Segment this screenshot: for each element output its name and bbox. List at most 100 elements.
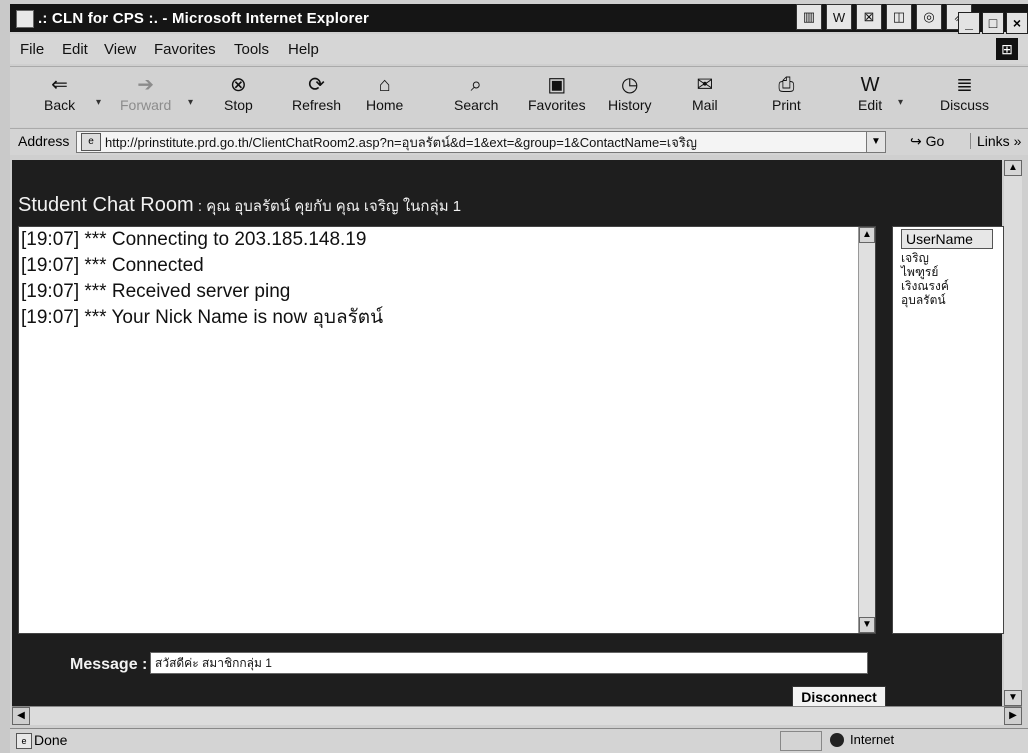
menu-help[interactable]: Help <box>288 41 319 58</box>
address-field[interactable]: e http://prinstitute.prd.go.th/ClientCha… <box>76 131 886 153</box>
scroll-right-icon[interactable]: ▶ <box>1004 707 1022 725</box>
user-list-item[interactable]: อุบลรัตน์ <box>893 293 1003 307</box>
status-text: Done <box>34 732 68 748</box>
chat-message: [19:07] *** Received server ping <box>21 281 291 302</box>
history-icon: ◷ <box>621 74 639 96</box>
menu-bar: File Edit View Favorites Tools Help ⊞ <box>10 34 1028 64</box>
links-button[interactable]: Links » <box>970 133 1021 149</box>
minimize-button[interactable]: _ <box>958 12 980 34</box>
forward-arrow-icon: ➔ <box>137 74 155 96</box>
mail-label: Mail <box>692 97 718 113</box>
scroll-up-icon[interactable]: ▲ <box>859 227 875 243</box>
status-bar: e Done Internet <box>10 728 1028 753</box>
close-button[interactable]: × <box>1006 12 1028 34</box>
edit-button[interactable]: W Edit <box>858 73 882 113</box>
discuss-icon: ≣ <box>956 74 973 96</box>
back-arrow-icon: ⇐ <box>51 74 68 96</box>
print-button[interactable]: ⎙ Print <box>772 73 801 113</box>
taskbar-badges: ▥ W ⊠ ◫ ◎ ⇗ <box>796 4 972 30</box>
refresh-button[interactable]: ⟳ Refresh <box>292 73 341 113</box>
window-title: .: CLN for CPS :. - Microsoft Internet E… <box>38 10 370 27</box>
address-dropdown-icon[interactable]: ▼ <box>866 132 885 152</box>
discuss-button[interactable]: ≣ Discuss <box>940 73 989 113</box>
page-status-icon: e <box>16 733 32 749</box>
edit-label: Edit <box>858 97 883 113</box>
stop-button[interactable]: ⊗ Stop <box>224 73 253 113</box>
user-list-header[interactable]: UserName <box>901 229 993 249</box>
scroll-down-icon[interactable]: ▼ <box>859 617 875 633</box>
page-scroll-up-icon[interactable]: ▲ <box>1004 160 1022 176</box>
chat-log-scrollbar[interactable]: ▲ ▼ <box>858 227 875 633</box>
page-icon: e <box>81 133 101 151</box>
back-button[interactable]: ⇐ Back <box>44 73 75 113</box>
excel-badge-icon[interactable]: ⊠ <box>856 4 882 30</box>
menu-favorites[interactable]: Favorites <box>154 41 216 58</box>
forward-button[interactable]: ➔ Forward <box>120 73 171 113</box>
discuss-label: Discuss <box>940 97 990 113</box>
title-bar: .: CLN for CPS :. - Microsoft Internet E… <box>10 4 1028 34</box>
ie-icon <box>16 10 34 28</box>
history-label: History <box>608 97 652 113</box>
history-button[interactable]: ◷ History <box>608 73 652 113</box>
chat-log[interactable]: [19:07] *** Connecting to 203.185.148.19… <box>18 226 876 634</box>
globe-badge-icon[interactable]: ◎ <box>916 4 942 30</box>
windows-logo-icon: ⊞ <box>996 38 1018 60</box>
page-vertical-scrollbar[interactable]: ▲ ▼ <box>1004 160 1022 706</box>
menu-view[interactable]: View <box>104 41 136 58</box>
user-list-item[interactable]: เจริญ <box>893 251 1003 265</box>
edit-dropdown-icon[interactable]: ▾ <box>898 97 903 108</box>
back-dropdown-icon[interactable]: ▾ <box>96 97 101 108</box>
search-button[interactable]: ⌕ Search <box>454 73 498 113</box>
favorites-label: Favorites <box>528 97 586 113</box>
menu-file[interactable]: File <box>20 41 44 58</box>
home-label: Home <box>366 97 404 113</box>
refresh-label: Refresh <box>292 97 342 113</box>
home-button[interactable]: ⌂ Home <box>366 73 403 113</box>
security-zone: Internet <box>830 732 894 747</box>
refresh-icon: ⟳ <box>308 74 325 96</box>
toolbar: ⇐ Back ▾ ➔ Forward ▾ ⊗ Stop ⟳ Refresh ⌂ … <box>10 66 1028 127</box>
address-label: Address <box>18 133 70 149</box>
user-list-item[interactable]: ไพฑูรย์ <box>893 265 1003 279</box>
menu-edit[interactable]: Edit <box>62 41 88 58</box>
forward-dropdown-icon[interactable]: ▾ <box>188 97 193 108</box>
menu-tools[interactable]: Tools <box>234 41 269 58</box>
page-horizontal-scrollbar[interactable]: ◀ ▶ <box>12 706 1022 725</box>
maximize-button[interactable]: □ <box>982 12 1004 34</box>
go-button[interactable]: ↪ Go <box>910 133 944 150</box>
back-label: Back <box>44 97 76 113</box>
chat-room-subtitle: : คุณ อุบลรัตน์ คุยกับ คุณ เจริญ ในกลุ่ม… <box>193 198 462 215</box>
user-list: UserName เจริญ ไพฑูรย์ เริงณรงค์ อุบลรัต… <box>892 226 1004 634</box>
page-scroll-down-icon[interactable]: ▼ <box>1004 690 1022 706</box>
forward-label: Forward <box>120 97 172 113</box>
globe-icon <box>830 732 844 747</box>
go-arrow-icon: ↪ <box>910 133 922 149</box>
favorites-button[interactable]: ▣ Favorites <box>528 73 586 113</box>
word-badge-icon[interactable]: W <box>826 4 852 30</box>
browser-window: .: CLN for CPS :. - Microsoft Internet E… <box>10 0 1028 753</box>
app-badge-icon[interactable]: ▥ <box>796 4 822 30</box>
message-input[interactable]: สวัสดีค่ะ สมาชิกกลุ่ม 1 <box>150 652 868 674</box>
chat-room-title: Student Chat Room <box>18 194 194 216</box>
chat-message: [19:07] *** Your Nick Name is now อุบลรั… <box>21 307 384 328</box>
search-label: Search <box>454 97 499 113</box>
disconnect-button[interactable]: Disconnect <box>792 686 886 708</box>
search-icon: ⌕ <box>470 74 482 96</box>
user-list-item[interactable]: เริงณรงค์ <box>893 279 1003 293</box>
window-badge-icon[interactable]: ◫ <box>886 4 912 30</box>
print-label: Print <box>772 97 801 113</box>
go-label: Go <box>925 133 945 149</box>
window-controls: _ □ × <box>958 12 1028 34</box>
stop-label: Stop <box>224 97 253 113</box>
message-label: Message : <box>70 656 148 673</box>
mail-icon: ✉ <box>696 74 714 96</box>
scroll-left-icon[interactable]: ◀ <box>12 707 30 725</box>
chat-page: Student Chat Room : คุณ อุบลรัตน์ คุยกับ… <box>12 160 1004 708</box>
chat-message: [19:07] *** Connected <box>21 255 204 276</box>
printer-icon: ⎙ <box>778 74 795 96</box>
chat-message: [19:07] *** Connecting to 203.185.148.19 <box>21 229 367 250</box>
address-url[interactable]: http://prinstitute.prd.go.th/ClientChatR… <box>105 132 697 153</box>
address-bar: Address e http://prinstitute.prd.go.th/C… <box>10 128 1028 155</box>
mail-button[interactable]: ✉ Mail <box>692 73 718 113</box>
favorites-folder-icon: ▣ <box>547 74 567 96</box>
